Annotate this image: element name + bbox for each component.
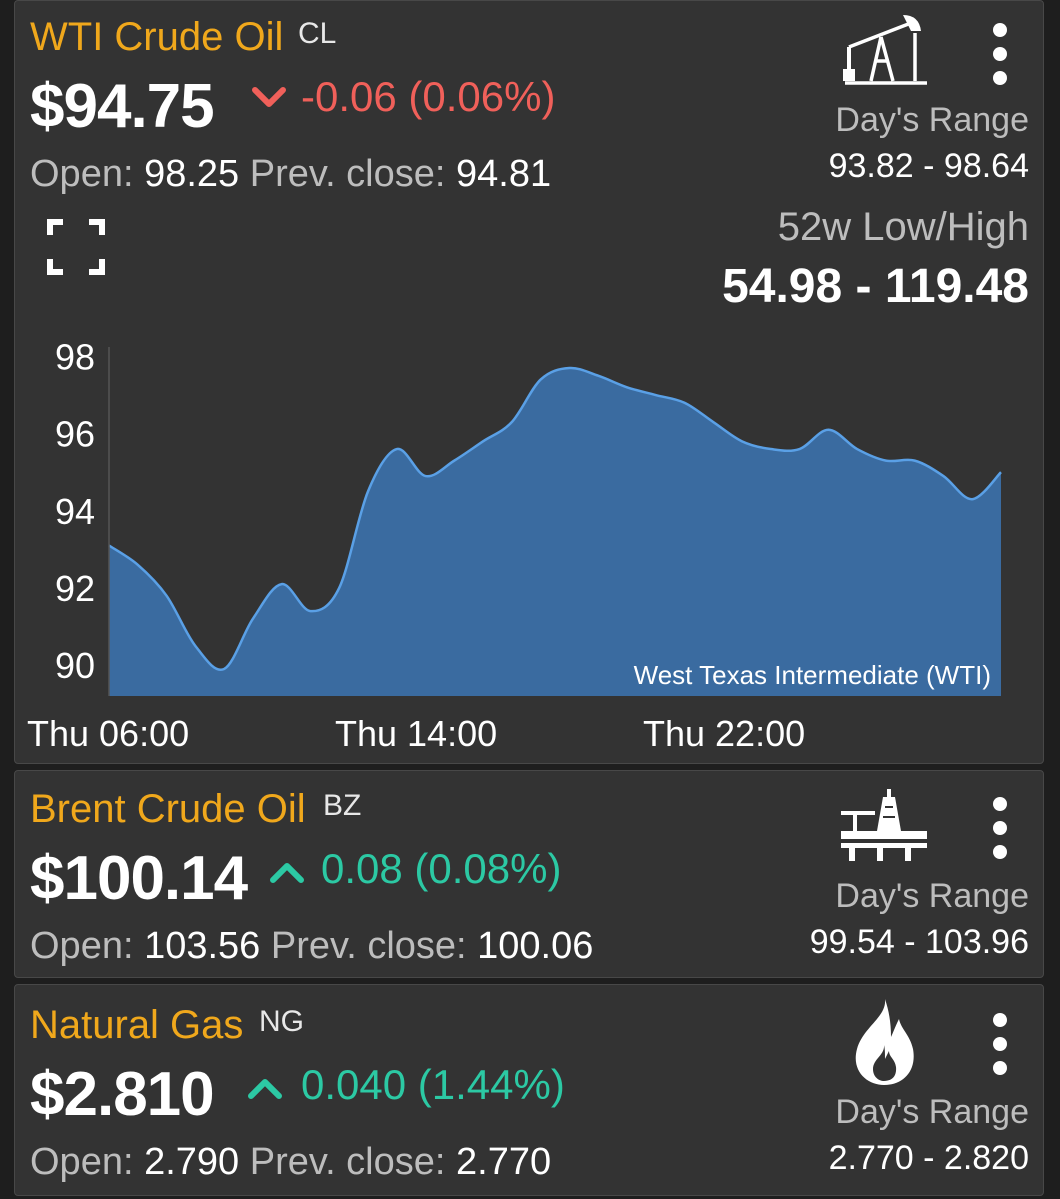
offshore-rig-icon bbox=[841, 789, 927, 861]
price-chart-svg: 90 92 94 96 98 Thu 06:00 Thu 14:00 Thu 22:00 Wes… bbox=[27, 336, 1002, 754]
natural-gas-card[interactable]: Natural Gas NG $2.810 0.040 (1.44%) Open… bbox=[14, 984, 1044, 1196]
chevron-up-icon bbox=[248, 1079, 282, 1099]
flame-icon bbox=[855, 999, 914, 1085]
price-area bbox=[109, 367, 1001, 696]
current-price: $2.810 bbox=[30, 1060, 215, 1129]
price-change: 0.08 (0.08%) bbox=[321, 845, 562, 892]
days-range-value: 2.770 - 2.820 bbox=[828, 1139, 1029, 1177]
more-options-icon[interactable] bbox=[980, 795, 1020, 865]
y-tick-label: 90 bbox=[55, 645, 95, 686]
oil-pumpjack-icon bbox=[843, 15, 927, 85]
y-tick-label: 94 bbox=[55, 491, 95, 532]
more-options-icon[interactable] bbox=[980, 1011, 1020, 1081]
52w-range-value: 54.98 - 119.48 bbox=[722, 260, 1029, 313]
ticker-symbol: BZ bbox=[323, 789, 362, 822]
prev-close-label: Prev. close: bbox=[249, 1141, 446, 1183]
chevron-up-icon bbox=[270, 863, 304, 883]
current-price: $94.75 bbox=[30, 72, 215, 141]
prev-close-value: 94.81 bbox=[456, 153, 552, 195]
series-label: West Texas Intermediate (WTI) bbox=[634, 660, 991, 690]
prev-close-label: Prev. close: bbox=[270, 925, 467, 967]
open-label: Open: bbox=[30, 925, 134, 967]
commodity-name[interactable]: WTI Crude Oil bbox=[30, 15, 283, 60]
x-tick-label: Thu 14:00 bbox=[335, 713, 497, 754]
price-change: 0.040 (1.44%) bbox=[301, 1061, 565, 1108]
52w-range-label: 52w Low/High bbox=[777, 205, 1029, 249]
prev-close-label: Prev. close: bbox=[249, 153, 446, 195]
more-options-icon[interactable] bbox=[980, 21, 1020, 91]
open-value: 2.790 bbox=[144, 1141, 240, 1183]
open-prev-close: Open: 2.790 Prev. close: 2.770 bbox=[30, 1141, 551, 1184]
wti-card[interactable]: WTI Crude Oil CL $94.75 -0.06 (0.06%) Op… bbox=[14, 0, 1044, 764]
price-chart[interactable]: 90 92 94 96 98 Thu 06:00 Thu 14:00 Thu 22:00 Wes… bbox=[15, 331, 1045, 761]
days-range-value: 99.54 - 103.96 bbox=[809, 923, 1029, 961]
open-value: 98.25 bbox=[144, 153, 240, 195]
ticker-symbol: NG bbox=[259, 1005, 304, 1038]
days-range-label: Day's Range bbox=[835, 101, 1029, 139]
days-range-value: 93.82 - 98.64 bbox=[828, 147, 1029, 185]
y-tick-label: 92 bbox=[55, 568, 95, 609]
ticker-symbol: CL bbox=[298, 17, 337, 50]
open-label: Open: bbox=[30, 1141, 134, 1183]
open-value: 103.56 bbox=[144, 925, 261, 967]
open-prev-close: Open: 98.25 Prev. close: 94.81 bbox=[30, 153, 551, 196]
open-label: Open: bbox=[30, 153, 134, 195]
prev-close-value: 100.06 bbox=[477, 925, 594, 967]
current-price: $100.14 bbox=[30, 844, 248, 913]
x-tick-label: Thu 22:00 bbox=[643, 713, 805, 754]
x-tick-label: Thu 06:00 bbox=[27, 713, 189, 754]
brent-card[interactable]: Brent Crude Oil BZ $100.14 0.08 (0.08%) … bbox=[14, 770, 1044, 978]
y-tick-label: 98 bbox=[55, 336, 95, 377]
open-prev-close: Open: 103.56 Prev. close: 100.06 bbox=[30, 925, 593, 968]
chevron-down-icon bbox=[252, 87, 286, 107]
y-tick-label: 96 bbox=[55, 414, 95, 455]
prev-close-value: 2.770 bbox=[456, 1141, 552, 1183]
commodity-name[interactable]: Brent Crude Oil bbox=[30, 787, 306, 832]
days-range-label: Day's Range bbox=[835, 1093, 1029, 1131]
days-range-label: Day's Range bbox=[835, 877, 1029, 915]
commodity-name[interactable]: Natural Gas bbox=[30, 1003, 243, 1048]
fullscreen-icon[interactable] bbox=[47, 219, 105, 275]
price-change: -0.06 (0.06%) bbox=[301, 73, 556, 120]
